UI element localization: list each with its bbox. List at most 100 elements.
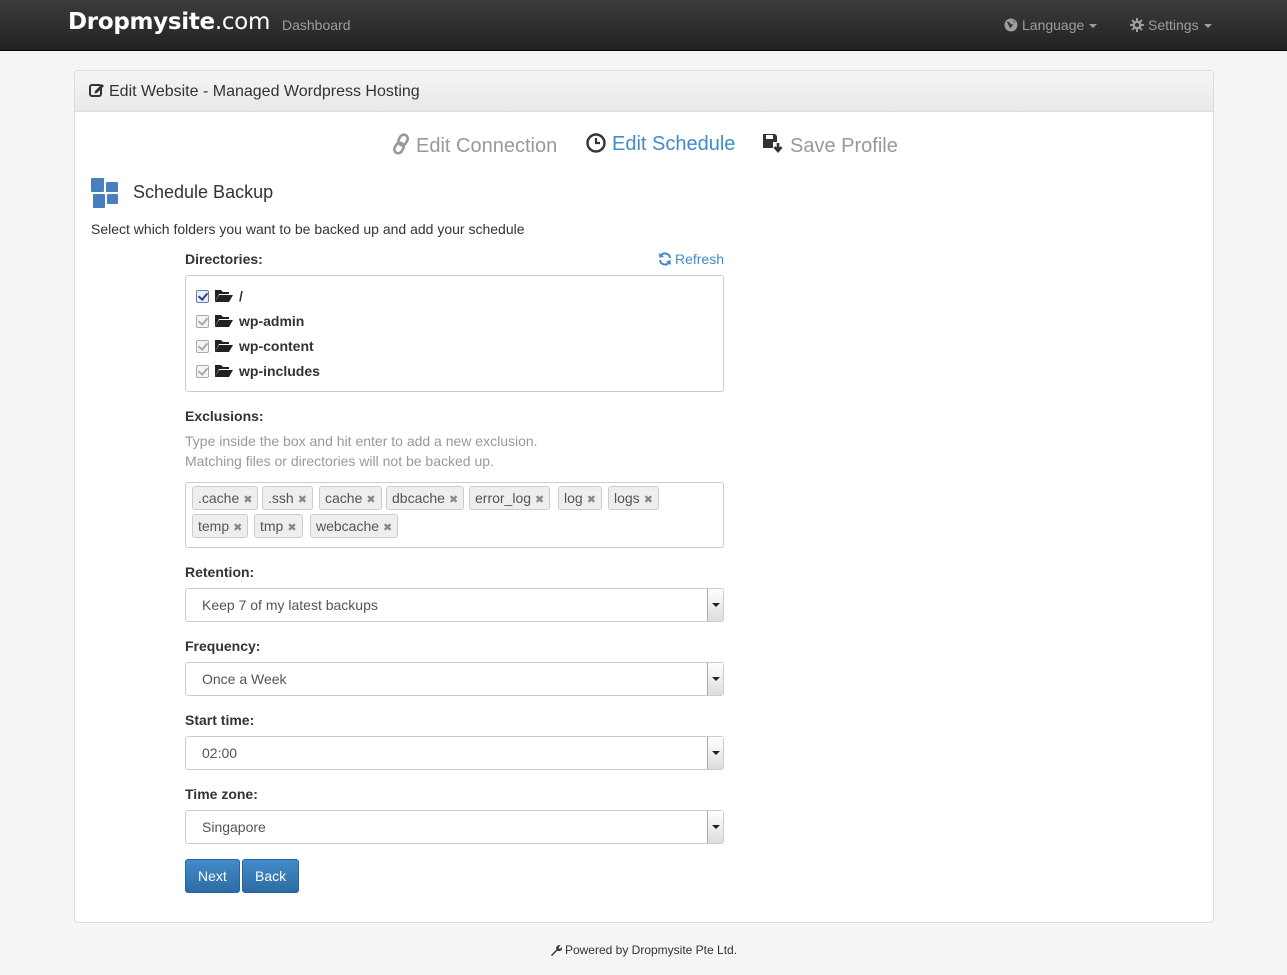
footer: Powered by Dropmysite Pte Ltd.: [0, 943, 1287, 957]
step-edit-connection-label: Edit Connection: [416, 135, 558, 157]
directory-name: wp-includes: [239, 363, 320, 379]
remove-tag-icon[interactable]: ✖: [298, 494, 307, 506]
clock-icon: [586, 133, 606, 153]
section-title: Schedule Backup: [91, 178, 273, 215]
wizard-steps: Edit Connection Edit Schedule Save Profi…: [75, 133, 1213, 163]
exclusion-tag: cache ✖: [319, 486, 382, 510]
refresh-link[interactable]: Refresh: [658, 251, 724, 267]
exclusions-help-line1: Type inside the box and hit enter to add…: [185, 433, 538, 449]
refresh-icon: [658, 252, 671, 266]
directory-item[interactable]: /: [196, 288, 243, 308]
folder-open-icon: [215, 365, 233, 377]
frequency-value: Once a Week: [202, 671, 287, 687]
chevron-down-icon[interactable]: [707, 811, 723, 843]
step-edit-schedule-label: Edit Schedule: [612, 133, 736, 155]
timezone-value: Singapore: [202, 819, 266, 835]
globe-icon: [1004, 18, 1018, 32]
exclusion-tag: .cache ✖: [192, 486, 259, 510]
directory-item[interactable]: wp-includes: [196, 363, 320, 383]
brand-rest: .com: [214, 9, 271, 35]
section-intro: Select which folders you want to be back…: [91, 221, 525, 237]
nav-settings-label: Settings: [1148, 17, 1199, 33]
exclusions-tag-input[interactable]: .cache ✖ .ssh ✖ cache ✖ dbcache ✖ error_log ✖…: [185, 482, 724, 548]
exclusion-tag: dbcache ✖: [386, 486, 465, 510]
directory-name: /: [239, 288, 243, 304]
directory-checkbox[interactable]: [196, 290, 209, 303]
edit-website-panel: Edit Website - Managed Wordpress Hosting…: [74, 70, 1214, 923]
remove-tag-icon[interactable]: ✖: [233, 522, 242, 534]
nav-settings-dropdown[interactable]: Settings: [1130, 17, 1212, 33]
link-icon: [392, 133, 410, 155]
exclusion-tag-label: .ssh: [268, 490, 294, 506]
remove-tag-icon[interactable]: ✖: [644, 494, 653, 506]
step-save-profile[interactable]: Save Profile: [762, 133, 898, 158]
refresh-label: Refresh: [674, 251, 724, 267]
remove-tag-icon[interactable]: ✖: [449, 494, 458, 506]
back-button[interactable]: Back: [242, 859, 300, 893]
timezone-select[interactable]: Singapore: [185, 810, 724, 844]
remove-tag-icon[interactable]: ✖: [535, 494, 544, 506]
directories-label: Directories:: [185, 251, 263, 267]
remove-tag-icon[interactable]: ✖: [587, 494, 596, 506]
exclusion-tag: temp ✖: [192, 514, 249, 538]
exclusion-tag-label: dbcache: [392, 490, 445, 506]
brand-logo[interactable]: Dropmysite.com: [68, 9, 270, 35]
retention-select[interactable]: Keep 7 of my latest backups: [185, 588, 724, 622]
directory-name: wp-admin: [239, 313, 305, 329]
directories-tree: / wp-admin wp-content wp-includes: [185, 275, 724, 392]
remove-tag-icon[interactable]: ✖: [243, 494, 252, 506]
exclusion-tag: tmp ✖: [254, 514, 303, 538]
remove-tag-icon[interactable]: ✖: [383, 522, 392, 534]
section-title-text: Schedule Backup: [133, 182, 274, 202]
edit-icon: [89, 84, 104, 97]
wrench-icon: [550, 945, 563, 956]
directory-checkbox[interactable]: [196, 315, 209, 328]
navbar: Dropmysite.com Dashboard Language Settin…: [0, 0, 1287, 51]
step-save-profile-label: Save Profile: [790, 135, 898, 157]
brand-bold: Dropmysite: [68, 9, 215, 35]
exclusion-tag: log ✖: [558, 486, 602, 510]
panel-heading: Edit Website - Managed Wordpress Hosting: [75, 71, 1213, 112]
chevron-down-icon: [1203, 24, 1212, 29]
chevron-down-icon[interactable]: [707, 737, 723, 769]
chevron-down-icon[interactable]: [707, 589, 723, 621]
directory-item[interactable]: wp-admin: [196, 313, 304, 333]
directory-checkbox[interactable]: [196, 340, 209, 353]
chevron-down-icon[interactable]: [707, 663, 723, 695]
exclusion-tag-label: logs: [614, 490, 640, 506]
exclusion-tag-label: temp: [198, 518, 230, 534]
folder-open-icon: [215, 290, 233, 302]
exclusions-label: Exclusions:: [185, 408, 264, 424]
nav-language-label: Language: [1022, 17, 1085, 33]
folder-open-icon: [215, 340, 233, 352]
remove-tag-icon[interactable]: ✖: [366, 494, 375, 506]
chevron-down-icon: [1089, 24, 1098, 29]
exclusions-help-line2: Matching files or directories will not b…: [185, 453, 494, 469]
start-time-select[interactable]: 02:00: [185, 736, 724, 770]
step-edit-connection[interactable]: Edit Connection: [392, 133, 557, 158]
directory-checkbox[interactable]: [196, 365, 209, 378]
exclusion-tag-label: .cache: [198, 490, 240, 506]
exclusion-tag-label: log: [564, 490, 583, 506]
exclusion-tag: webcache ✖: [310, 514, 399, 538]
exclusion-tag-label: error_log: [475, 490, 532, 506]
windows-logo-icon: [91, 178, 118, 208]
start-time-value: 02:00: [202, 745, 238, 761]
exclusion-tag: error_log ✖: [469, 486, 551, 510]
directory-name: wp-content: [239, 338, 314, 354]
directory-item[interactable]: wp-content: [196, 338, 314, 358]
frequency-label: Frequency:: [185, 638, 261, 654]
nav-dashboard-label: Dashboard: [282, 17, 351, 33]
next-button[interactable]: Next: [185, 859, 240, 893]
footer-text: Powered by Dropmysite Pte Ltd.: [564, 943, 738, 957]
nav-dashboard[interactable]: Dashboard: [282, 17, 351, 33]
exclusion-tag-label: tmp: [260, 518, 284, 534]
step-edit-schedule[interactable]: Edit Schedule: [586, 133, 735, 156]
nav-language-dropdown[interactable]: Language: [1004, 17, 1098, 33]
exclusion-tag-label: webcache: [316, 518, 380, 534]
retention-label: Retention:: [185, 564, 255, 580]
gear-icon: [1130, 18, 1144, 32]
frequency-select[interactable]: Once a Week: [185, 662, 724, 696]
folder-open-icon: [215, 315, 233, 327]
remove-tag-icon[interactable]: ✖: [287, 522, 296, 534]
